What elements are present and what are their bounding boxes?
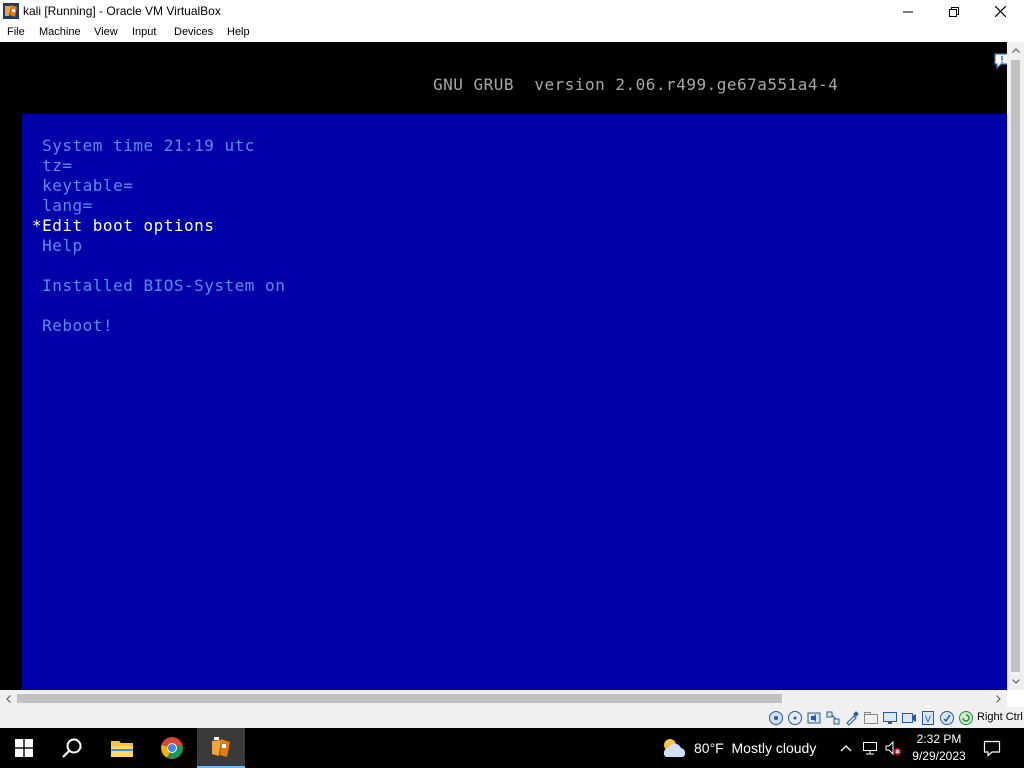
close-button[interactable] xyxy=(977,0,1023,23)
mouse-integration-icon[interactable] xyxy=(939,710,955,726)
file-explorer-icon[interactable] xyxy=(98,728,146,768)
scroll-right-arrow[interactable] xyxy=(990,690,1007,707)
horizontal-scrollbar[interactable] xyxy=(0,690,1007,707)
vm-display[interactable]: GNU GRUB version 2.06.r499.ge67a551a4-4 … xyxy=(0,42,1024,690)
grub-menu-panel: System time 21:19 utc tz= keytable= lang… xyxy=(22,114,1007,690)
weather-text[interactable]: 80°F Mostly cloudy xyxy=(694,740,816,756)
scroll-down-arrow[interactable] xyxy=(1007,673,1024,690)
network-status-icon[interactable] xyxy=(862,740,878,756)
menu-bar: File Machine View Input Devices Help xyxy=(0,23,1024,42)
vertical-scrollbar[interactable] xyxy=(1007,42,1024,690)
minimize-button[interactable] xyxy=(885,0,931,23)
grub-entry-system-time[interactable]: System time 21:19 utc xyxy=(32,136,255,155)
start-button[interactable] xyxy=(0,728,48,768)
network-icon[interactable] xyxy=(825,710,841,726)
audio-icon[interactable] xyxy=(806,710,822,726)
scroll-up-arrow[interactable] xyxy=(1007,42,1024,59)
grub-entry-keytable[interactable]: keytable= xyxy=(32,176,133,195)
shared-folders-icon[interactable] xyxy=(863,710,879,726)
menu-view[interactable]: View xyxy=(94,26,118,38)
windows-taskbar: 80°F Mostly cloudy 2:32 PM 9/29/2023 xyxy=(0,728,1024,768)
clock-date[interactable]: 9/29/2023 xyxy=(906,749,972,763)
usb-icon[interactable] xyxy=(844,710,860,726)
scroll-left-arrow[interactable] xyxy=(0,690,17,707)
chevron-up-icon[interactable] xyxy=(838,740,854,756)
keyboard-icon[interactable] xyxy=(958,710,974,726)
grub-entry-installed-bios[interactable]: Installed BIOS-System on xyxy=(32,276,285,295)
weather-condition: Mostly cloudy xyxy=(731,740,817,756)
clock-time[interactable]: 2:32 PM xyxy=(910,732,968,746)
grub-entry-reboot[interactable]: Reboot! xyxy=(32,316,113,335)
restore-button[interactable] xyxy=(931,0,977,23)
title-bar: kali [Running] - Oracle VM VirtualBox xyxy=(0,0,1024,23)
notifications-icon[interactable] xyxy=(983,739,1001,757)
volume-muted-icon[interactable] xyxy=(884,740,901,756)
virtualbox-icon xyxy=(3,3,19,19)
chrome-icon[interactable] xyxy=(148,728,196,768)
weather-cloudy-icon[interactable] xyxy=(660,736,688,760)
menu-input[interactable]: Input xyxy=(132,26,156,38)
host-key-label: Right Ctrl xyxy=(977,711,1023,723)
recording-icon[interactable] xyxy=(901,710,917,726)
grub-entry-help[interactable]: Help xyxy=(32,236,83,255)
search-icon[interactable] xyxy=(48,728,96,768)
grub-header: GNU GRUB version 2.06.r499.ge67a551a4-4 xyxy=(433,75,839,94)
vm-status-bar: V Right Ctrl xyxy=(0,707,1024,728)
menu-help[interactable]: Help xyxy=(227,26,250,38)
display-icon[interactable] xyxy=(882,710,898,726)
svg-text:V: V xyxy=(925,715,932,725)
grub-entry-lang[interactable]: lang= xyxy=(32,196,93,215)
menu-file[interactable]: File xyxy=(7,26,25,38)
optical-drive-icon[interactable] xyxy=(787,710,803,726)
weather-temperature: 80°F xyxy=(694,740,724,756)
menu-devices[interactable]: Devices xyxy=(174,26,213,38)
grub-entry-edit-boot-options[interactable]: *Edit boot options xyxy=(32,216,214,235)
menu-machine[interactable]: Machine xyxy=(39,26,81,38)
vertical-scroll-thumb[interactable] xyxy=(1011,60,1020,672)
virtualbox-taskbar-button[interactable] xyxy=(197,728,245,768)
virtualization-icon[interactable]: V xyxy=(920,710,936,726)
grub-entry-tz[interactable]: tz= xyxy=(32,156,73,175)
window-title: kali [Running] - Oracle VM VirtualBox xyxy=(23,4,221,18)
hard-disk-icon[interactable] xyxy=(768,710,784,726)
horizontal-scroll-thumb[interactable] xyxy=(17,694,782,703)
